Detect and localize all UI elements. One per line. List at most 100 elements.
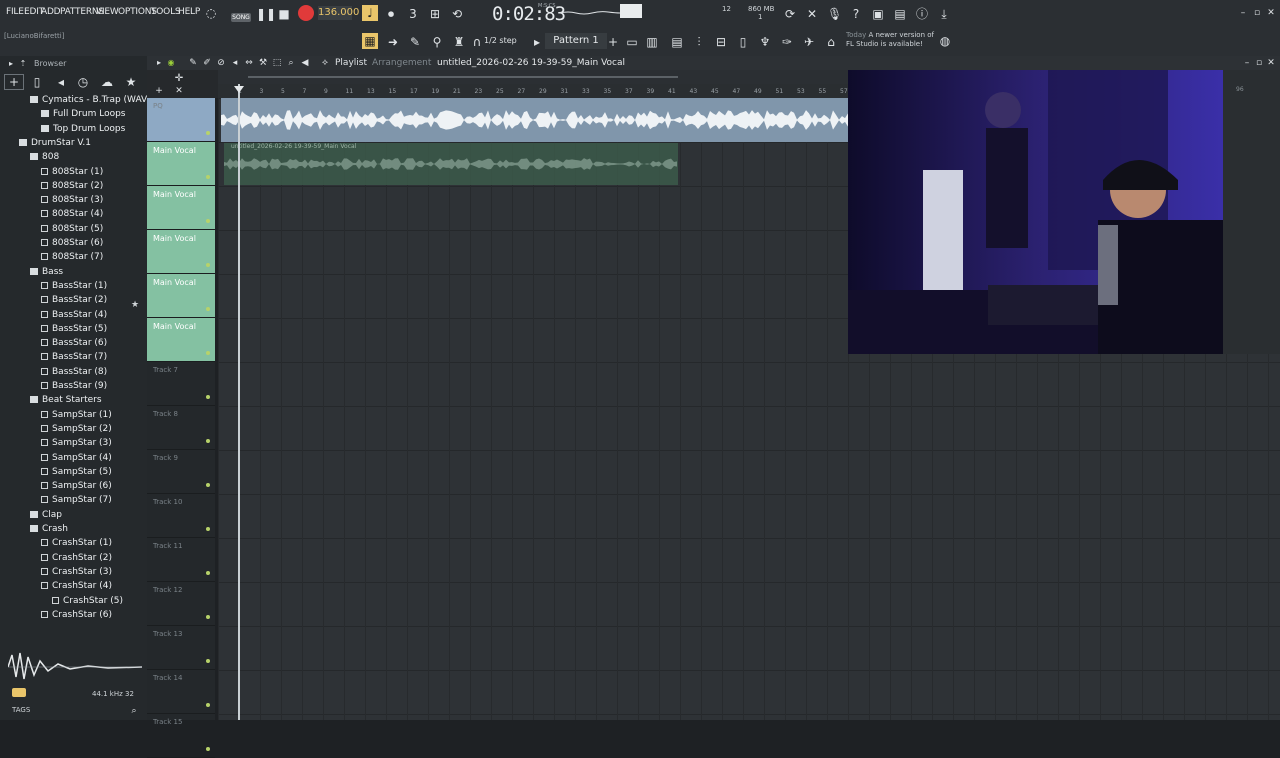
- pencil-icon[interactable]: ✎: [408, 35, 422, 49]
- track-mute-led[interactable]: [206, 615, 210, 619]
- touch-icon[interactable]: ⌂: [824, 35, 838, 49]
- playhead[interactable]: [238, 84, 240, 720]
- draw-tool-icon[interactable]: ✎: [186, 56, 200, 70]
- playlist-close-icon[interactable]: ✕: [1264, 56, 1278, 70]
- track-header[interactable]: Main Vocal: [147, 142, 215, 186]
- browser-file[interactable]: SampStar (2): [41, 424, 112, 434]
- minimize-icon[interactable]: –: [1236, 6, 1250, 20]
- metronome-icon[interactable]: ♩: [362, 5, 378, 21]
- browser-file[interactable]: BassStar (5): [41, 324, 107, 334]
- track-mute-led[interactable]: [206, 175, 210, 179]
- menu-help[interactable]: HELP: [178, 7, 200, 17]
- snap-icon[interactable]: ▦: [362, 33, 378, 49]
- menu-add[interactable]: ADD: [41, 7, 61, 17]
- pause-icon[interactable]: ❚❚: [256, 7, 276, 21]
- mixer-icon[interactable]: ⫶: [692, 35, 706, 49]
- stop-icon[interactable]: ■: [277, 7, 291, 21]
- browser-file[interactable]: CrashStar (6): [41, 610, 112, 620]
- browser-file[interactable]: SampStar (6): [41, 481, 112, 491]
- track-header[interactable]: Track 13: [147, 626, 215, 670]
- browser-folder[interactable]: Full Drum Loops: [41, 109, 125, 119]
- browser-file[interactable]: BassStar (8): [41, 367, 107, 377]
- browser-folder[interactable]: Beat Starters: [30, 395, 102, 405]
- maximize-icon[interactable]: ▫: [1250, 6, 1264, 20]
- x-icon[interactable]: ✕: [172, 84, 186, 98]
- browser-file[interactable]: BassStar (7): [41, 352, 107, 362]
- track-mute-led[interactable]: [206, 439, 210, 443]
- track-mute-led[interactable]: [206, 483, 210, 487]
- track-mute-led[interactable]: [206, 263, 210, 267]
- tempo-display[interactable]: 136.000: [318, 6, 359, 20]
- track-header[interactable]: PQ: [147, 98, 215, 142]
- browser-add-icon[interactable]: +: [4, 74, 24, 90]
- step-edit-icon[interactable]: ⊞: [428, 7, 442, 21]
- browser-file[interactable]: 808Star (1): [41, 167, 103, 177]
- menu-view[interactable]: VIEW: [96, 7, 119, 17]
- track-mute-led[interactable]: [206, 395, 210, 399]
- browser-file[interactable]: 808Star (7): [41, 252, 103, 262]
- playlist-mode-icon[interactable]: ◉: [164, 56, 178, 70]
- search-icon[interactable]: ⌕: [127, 704, 141, 718]
- browser-file[interactable]: SampStar (1): [41, 410, 112, 420]
- playback-tool-icon[interactable]: ◀: [298, 56, 312, 70]
- track-header[interactable]: Track 8: [147, 406, 215, 450]
- browser-file[interactable]: CrashStar (4): [41, 581, 112, 591]
- browser-file[interactable]: SampStar (4): [41, 453, 112, 463]
- render-icon[interactable]: ▤: [893, 7, 907, 21]
- track-header[interactable]: Track 15: [147, 714, 215, 758]
- playhead-marker-icon[interactable]: [234, 86, 244, 93]
- magnet-icon[interactable]: ∩: [470, 35, 484, 49]
- browser-file[interactable]: 808Star (2): [41, 181, 103, 191]
- browser-file[interactable]: BassStar (2): [41, 295, 107, 305]
- slip-tool-icon[interactable]: ⇔: [242, 56, 256, 70]
- browser-file[interactable]: CrashStar (5): [52, 596, 123, 606]
- master-volume-slider[interactable]: [620, 4, 642, 18]
- track-mute-led[interactable]: [206, 307, 210, 311]
- browser-file[interactable]: CrashStar (2): [41, 553, 112, 563]
- browser-file-icon[interactable]: ▯: [30, 75, 44, 89]
- browser-clock-icon[interactable]: ◷: [76, 75, 90, 89]
- tools-icon[interactable]: ✑: [780, 35, 794, 49]
- browser-folder[interactable]: Cymatics - B.Trap (WAV): [30, 95, 151, 105]
- play-arrow-icon[interactable]: ▸: [530, 35, 544, 49]
- browser-file[interactable]: 808Star (4): [41, 209, 103, 219]
- record-button[interactable]: [298, 5, 314, 21]
- add-pattern-icon[interactable]: +: [606, 35, 620, 49]
- info-icon[interactable]: ⓘ: [915, 7, 929, 21]
- slice-tool-icon[interactable]: ⚒: [256, 56, 270, 70]
- browser-cloud-icon[interactable]: ☁: [100, 75, 114, 89]
- channel-rack-icon[interactable]: ⊟: [714, 35, 728, 49]
- playlist-icon[interactable]: ▭: [625, 35, 639, 49]
- countdown-icon[interactable]: 3: [406, 7, 420, 21]
- updates-icon[interactable]: ◍: [938, 34, 952, 48]
- browser-file[interactable]: CrashStar (1): [41, 538, 112, 548]
- loop-record-icon[interactable]: ⟲: [450, 7, 464, 21]
- preview-play-button[interactable]: [12, 688, 26, 697]
- track-header[interactable]: Track 10: [147, 494, 215, 538]
- link-icon[interactable]: ⚲: [430, 35, 444, 49]
- browser-back-icon[interactable]: ◂: [54, 75, 68, 89]
- pattern-selector[interactable]: Pattern 1: [545, 33, 607, 49]
- track-header[interactable]: Main Vocal: [147, 186, 215, 230]
- refresh-icon[interactable]: ⟳: [783, 7, 797, 21]
- timeline-ruler[interactable]: 1357911131517192123252729313335373941434…: [218, 84, 850, 98]
- brush-icon[interactable]: ✈: [802, 35, 816, 49]
- help-icon[interactable]: ?: [849, 7, 863, 21]
- browser-pin-icon[interactable]: ⇡: [16, 57, 30, 71]
- song-mode-badge[interactable]: SONG: [231, 13, 251, 22]
- delete-tool-icon[interactable]: ⊘: [214, 56, 228, 70]
- track-mute-led[interactable]: [206, 527, 210, 531]
- download-icon[interactable]: ⤓: [937, 7, 951, 21]
- scroll-thumb[interactable]: [248, 76, 678, 78]
- browser-folder[interactable]: DrumStar V.1: [19, 138, 91, 148]
- track-mute-led[interactable]: [206, 351, 210, 355]
- piano-roll-icon[interactable]: ▤: [670, 35, 684, 49]
- browser-folder[interactable]: 808: [30, 152, 59, 162]
- browser-star-icon[interactable]: ★: [124, 75, 138, 89]
- microphone-icon[interactable]: 🎙: [827, 7, 842, 21]
- menu-tools[interactable]: TOOLS: [151, 7, 181, 17]
- track-header[interactable]: Track 11: [147, 538, 215, 582]
- track-mute-led[interactable]: [206, 571, 210, 575]
- browser-icon[interactable]: ▯: [736, 35, 750, 49]
- browser-folder[interactable]: Crash: [30, 524, 68, 534]
